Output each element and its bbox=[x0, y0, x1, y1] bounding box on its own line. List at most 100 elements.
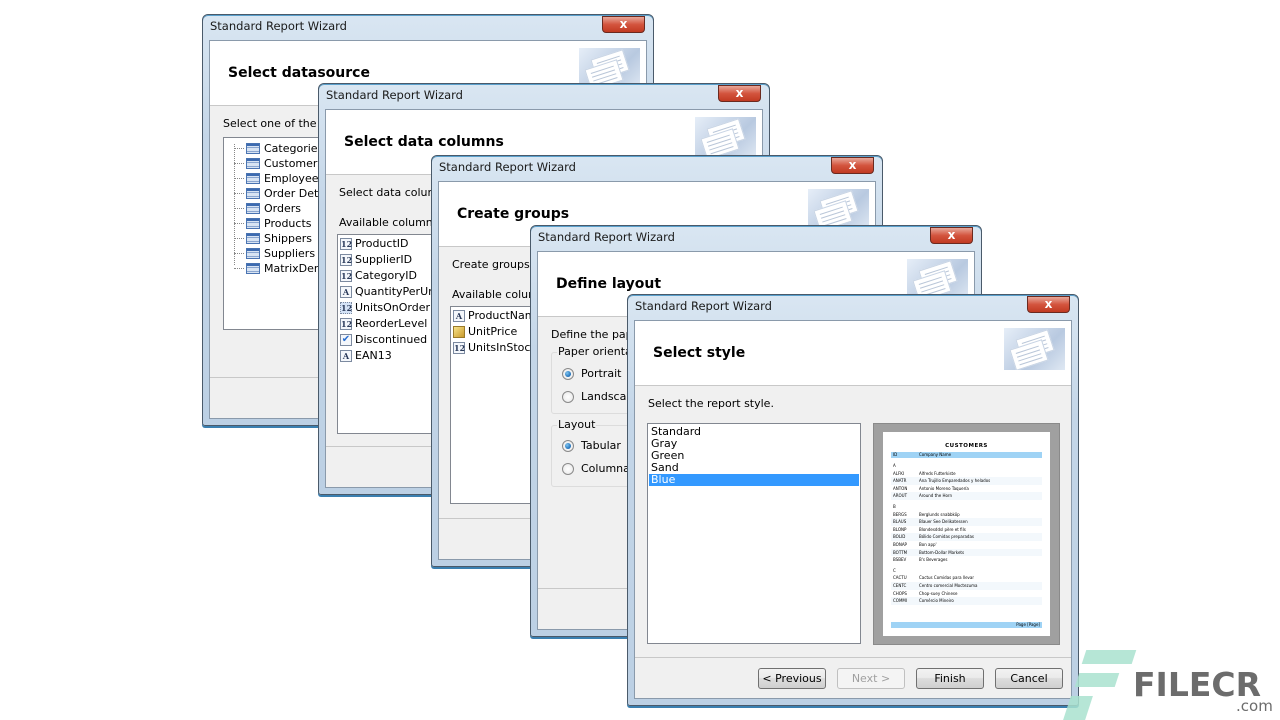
preview-id: ALFKI bbox=[893, 470, 905, 476]
tree-item-label: Customers bbox=[264, 157, 324, 170]
radio-indicator bbox=[562, 391, 574, 403]
preview-header-band: ID Company Name bbox=[891, 452, 1042, 458]
preview-id: BOLID bbox=[893, 534, 906, 540]
numeric-icon: 12 bbox=[340, 238, 353, 250]
tree-connector bbox=[234, 223, 244, 224]
tree-connector bbox=[234, 208, 244, 209]
preview-company: Cactus Comidas para llevar bbox=[919, 575, 974, 581]
preview-company: Alfreds Futterkiste bbox=[919, 470, 956, 476]
preview-id: BLAUS bbox=[893, 519, 907, 525]
preview-group-letter: A bbox=[893, 463, 896, 468]
close-button[interactable]: x bbox=[930, 227, 973, 244]
previous-button[interactable]: < Previous bbox=[758, 668, 826, 689]
style-option[interactable]: Green bbox=[649, 450, 859, 462]
tree-item-label: Employees bbox=[264, 172, 325, 185]
window-title: Standard Report Wizard bbox=[538, 230, 675, 244]
preview-row: COMMI Comércio Mineiro bbox=[891, 597, 1042, 605]
column-name: CategoryID bbox=[355, 269, 417, 282]
footer-divider bbox=[635, 657, 1071, 658]
style-option[interactable]: Standard bbox=[649, 426, 859, 438]
window-title: Standard Report Wizard bbox=[326, 88, 463, 102]
preview-row: AROUT Around the Horn bbox=[891, 492, 1042, 500]
radio-columnar[interactable]: Columnar bbox=[562, 461, 634, 477]
column-name: UnitPrice bbox=[468, 325, 518, 338]
column-name: ReorderLevel bbox=[355, 317, 428, 330]
style-option[interactable]: Blue bbox=[649, 474, 859, 486]
preview-row: CACTU Cactus Comidas para llevar bbox=[891, 574, 1042, 582]
window-title: Standard Report Wizard bbox=[635, 299, 772, 313]
watermark-logo-bar bbox=[1081, 650, 1137, 664]
filecr-watermark: FILECR .com bbox=[1062, 648, 1280, 720]
close-button[interactable]: x bbox=[1027, 296, 1070, 313]
table-icon bbox=[246, 263, 260, 274]
preview-row: BLONP Blondesddsl père et fils bbox=[891, 526, 1042, 534]
preview-id: CHOPS bbox=[893, 590, 907, 596]
report-pages-icon bbox=[1004, 328, 1065, 370]
window-client: Select style Select the report style. St… bbox=[634, 320, 1072, 699]
preview-row: BOLID Bólido Comidas preparadas bbox=[891, 533, 1042, 541]
radio-indicator bbox=[562, 440, 574, 452]
text-icon: A bbox=[340, 286, 352, 298]
available-columns-label: Available columns: bbox=[339, 216, 443, 229]
table-icon bbox=[246, 158, 260, 169]
table-icon bbox=[246, 188, 260, 199]
tree-item-label: Categories bbox=[264, 142, 324, 155]
preview-page: CUSTOMERS ID Company Name A ALFKI Alfreds F… bbox=[883, 432, 1050, 636]
preview-company: Berglunds snabbköp bbox=[919, 511, 960, 517]
numeric-icon: 12 bbox=[340, 254, 353, 266]
finish-button[interactable]: Finish bbox=[916, 668, 984, 689]
column-name: EAN13 bbox=[355, 349, 392, 362]
numeric-icon: 12 bbox=[453, 342, 466, 354]
preview-row: BONAP Bon app' bbox=[891, 541, 1042, 549]
preview-company: Antonio Moreno Taquería bbox=[919, 485, 969, 491]
preview-company: Chop-suey Chinese bbox=[919, 590, 958, 596]
step-title: Create groups bbox=[457, 206, 570, 222]
numeric-icon: 12 bbox=[340, 302, 353, 314]
close-button[interactable]: x bbox=[602, 16, 645, 33]
column-name: ProductID bbox=[355, 237, 409, 250]
cancel-button[interactable]: Cancel bbox=[995, 668, 1063, 689]
radio-tabular[interactable]: Tabular bbox=[562, 438, 621, 454]
next-button[interactable]: Next > bbox=[837, 668, 905, 689]
window-title: Standard Report Wizard bbox=[439, 160, 576, 174]
close-button[interactable]: x bbox=[831, 157, 874, 174]
preview-row: CHOPS Chop-suey Chinese bbox=[891, 590, 1042, 598]
preview-row: ALFKI Alfreds Futterkiste bbox=[891, 470, 1042, 478]
window-title: Standard Report Wizard bbox=[210, 19, 347, 33]
preview-id: CENTC bbox=[893, 582, 907, 588]
preview-id: BLONP bbox=[893, 526, 907, 532]
step-title: Define layout bbox=[556, 276, 662, 292]
step-title: Select data columns bbox=[344, 134, 504, 150]
preview-id: BOTTM bbox=[893, 549, 908, 555]
preview-id: BERGS bbox=[893, 511, 907, 517]
step-title: Select datasource bbox=[228, 65, 370, 81]
preview-row: CENTC Centro comercial Moctezuma bbox=[891, 581, 1042, 590]
boolean-icon: ✔ bbox=[340, 334, 352, 346]
close-icon: x bbox=[848, 158, 857, 172]
column-name: Discontinued bbox=[355, 333, 428, 346]
preview-company: Around the Horn bbox=[919, 493, 953, 499]
tree-item-label: Suppliers bbox=[264, 247, 316, 260]
tree-connector bbox=[234, 163, 244, 164]
tree-item-label: Shippers bbox=[264, 232, 312, 245]
preview-id: BONAP bbox=[893, 541, 907, 547]
step-description: Select the report style. bbox=[648, 397, 774, 410]
preview-id: AROUT bbox=[893, 493, 908, 499]
watermark-logo-bar bbox=[1063, 696, 1093, 720]
radio-indicator bbox=[562, 463, 574, 475]
table-icon bbox=[246, 143, 260, 154]
preview-company: Bottom-Dollar Markets bbox=[919, 549, 965, 555]
preview-company: Blondesddsl père et fils bbox=[919, 526, 966, 532]
preview-id: ANTON bbox=[893, 485, 908, 491]
style-list[interactable]: Standard Gray Green Sand Blue bbox=[647, 423, 861, 644]
style-option[interactable]: Sand bbox=[649, 462, 859, 474]
table-icon bbox=[246, 218, 260, 229]
preview-id: BSBEV bbox=[893, 557, 907, 563]
preview-company: Bólido Comidas preparadas bbox=[919, 534, 974, 540]
preview-title: CUSTOMERS bbox=[945, 443, 988, 449]
radio-portrait[interactable]: Portrait bbox=[562, 366, 621, 382]
step-title: Select style bbox=[653, 345, 746, 361]
close-button[interactable]: x bbox=[718, 85, 761, 102]
preview-company: Centro comercial Moctezuma bbox=[919, 582, 978, 588]
preview-id: COMMI bbox=[893, 598, 908, 604]
